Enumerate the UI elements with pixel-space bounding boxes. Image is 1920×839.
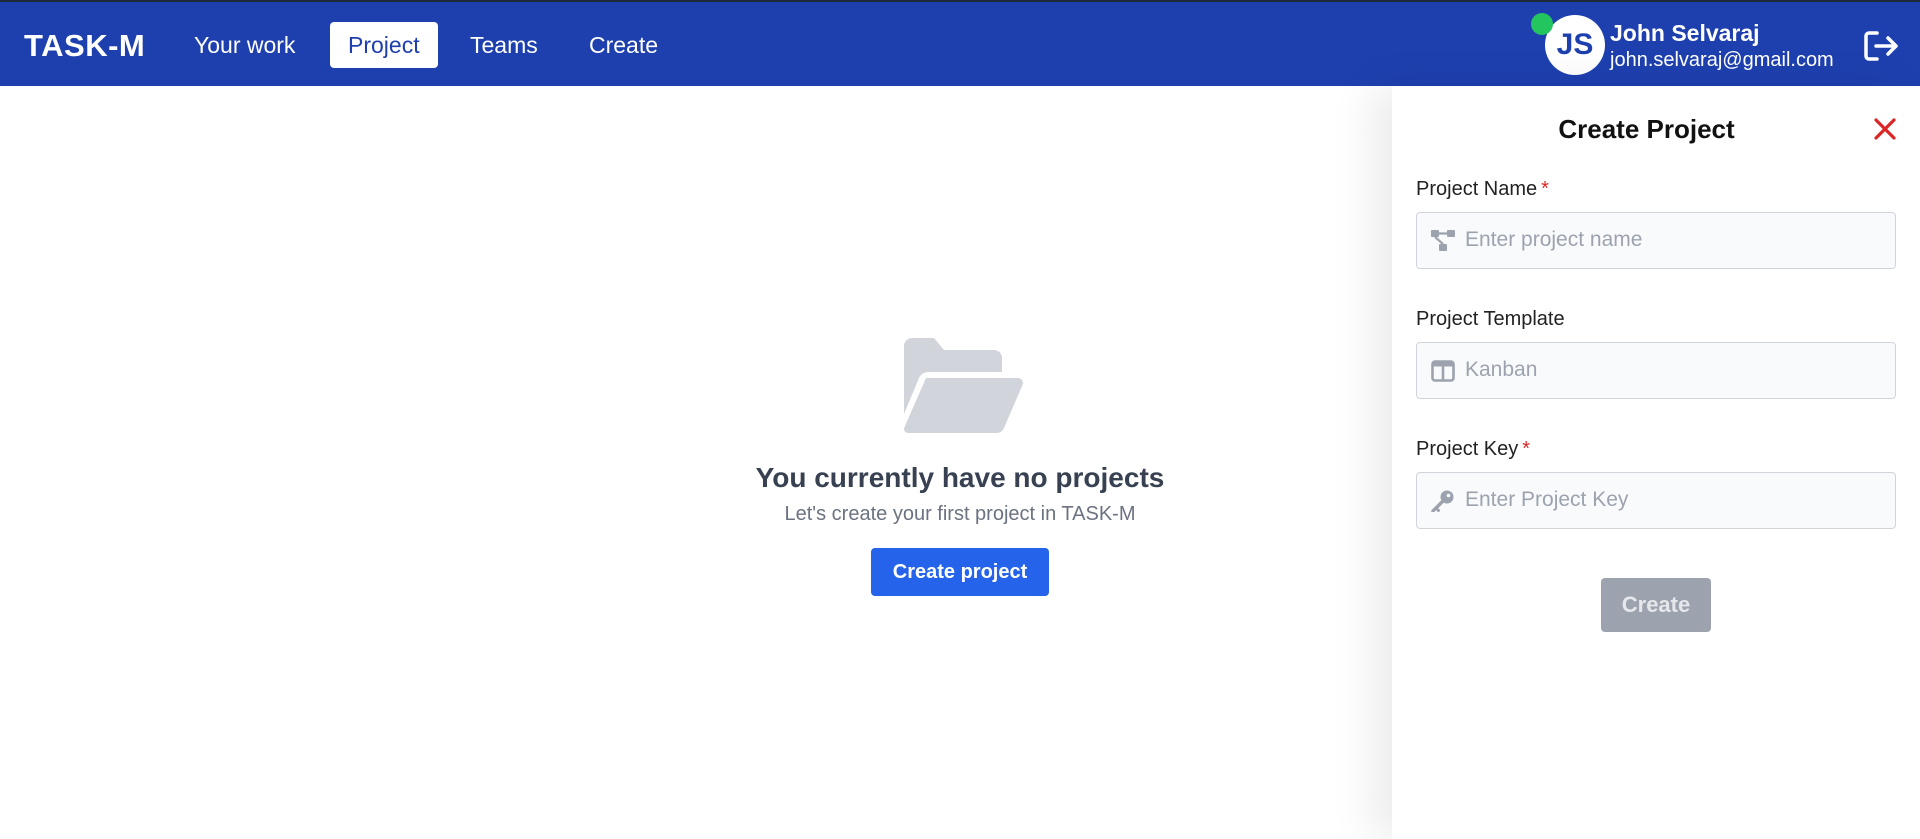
project-name-input[interactable] [1465, 213, 1885, 267]
panel-title: Create Project [1558, 114, 1735, 144]
required-asterisk: * [1522, 438, 1531, 460]
create-project-panel: Create Project Project Name* Project Tem… [1392, 86, 1920, 839]
project-template-input[interactable] [1465, 343, 1885, 397]
create-project-button[interactable]: Create project [871, 548, 1049, 596]
required-asterisk: * [1541, 178, 1549, 200]
app-logo[interactable]: TASK-M [24, 28, 145, 64]
close-icon[interactable] [1872, 116, 1898, 142]
folder-open-icon [904, 338, 1023, 433]
user-email: john.selvaraj@gmail.com [1610, 49, 1834, 71]
nav-item-create[interactable]: Create [571, 22, 676, 68]
user-name: John Selvaraj [1610, 20, 1760, 46]
project-name-field[interactable] [1416, 212, 1896, 269]
nav-item-teams[interactable]: Teams [452, 22, 556, 68]
user-avatar[interactable]: JS [1545, 15, 1605, 75]
project-name-label: Project Name * [1416, 178, 1549, 200]
online-status-dot [1531, 13, 1553, 35]
top-navbar: TASK-M Your work Project Teams Create JS… [0, 0, 1920, 86]
project-diagram-icon [1431, 230, 1455, 251]
project-key-label: Project Key * [1416, 438, 1531, 460]
nav-item-your-work[interactable]: Your work [176, 22, 313, 68]
key-icon [1431, 490, 1454, 512]
logout-icon[interactable] [1864, 29, 1900, 63]
create-button[interactable]: Create [1601, 578, 1711, 632]
columns-icon [1431, 360, 1455, 382]
nav-item-project[interactable]: Project [330, 22, 438, 68]
project-template-label: Project Template [1416, 308, 1565, 330]
project-template-field[interactable] [1416, 342, 1896, 399]
project-key-input[interactable] [1465, 473, 1885, 527]
project-key-field[interactable] [1416, 472, 1896, 529]
